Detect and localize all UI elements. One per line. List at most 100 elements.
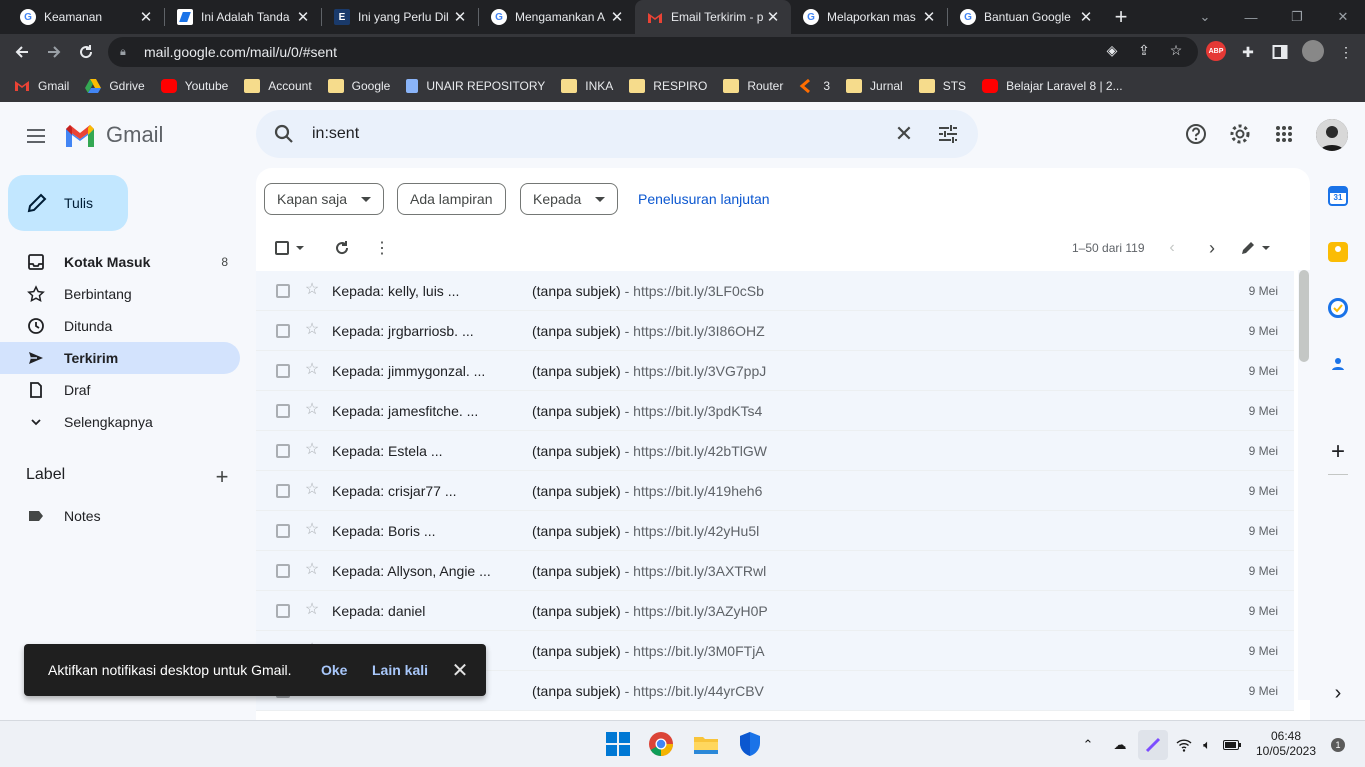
mail-scrollbar[interactable] (1298, 270, 1310, 700)
new-tab-button[interactable]: + (1104, 0, 1138, 34)
select-all-checkbox[interactable] (272, 238, 292, 258)
browser-tab[interactable]: E Ini yang Perlu Dil ✕ (322, 0, 478, 34)
older-page-icon[interactable]: › (1202, 238, 1222, 258)
help-icon[interactable] (1184, 122, 1208, 146)
star-icon[interactable]: ☆ (303, 481, 321, 499)
bookmark-item[interactable]: Google (327, 79, 390, 93)
close-tab-icon[interactable]: ✕ (921, 8, 937, 26)
star-icon[interactable]: ☆ (303, 441, 321, 459)
close-tab-icon[interactable]: ✕ (765, 8, 781, 26)
forward-icon[interactable] (40, 38, 68, 66)
scrollbar-thumb[interactable] (1299, 270, 1309, 362)
newer-page-icon[interactable]: ‹ (1162, 238, 1182, 258)
search-icon[interactable] (272, 122, 296, 146)
browser-tab[interactable]: G Keamanan ✕ (8, 0, 164, 34)
sidebar-label-item[interactable]: Notes (0, 500, 240, 532)
browser-tab[interactable]: G Melaporkan mas ✕ (791, 0, 947, 34)
adblock-icon[interactable]: ABP (1206, 41, 1226, 61)
row-checkbox[interactable] (276, 364, 290, 378)
side-panel-icon[interactable] (1270, 42, 1290, 62)
star-icon[interactable]: ☆ (303, 281, 321, 299)
filter-attachment-chip[interactable]: Ada lampiran (397, 183, 506, 215)
email-row[interactable]: ☆ Kepada: Boris ... (tanpa subjek) - https… (256, 511, 1294, 551)
volume-icon[interactable]: 🔈︎ (1197, 735, 1217, 755)
row-checkbox[interactable] (276, 524, 290, 538)
browser-tab[interactable]: G Bantuan Google ✕ (948, 0, 1104, 34)
search-options-icon[interactable] (936, 122, 960, 146)
email-row[interactable]: ☆ Kepada: kelly, luis ... (tanpa subjek) -… (256, 271, 1294, 311)
address-bar[interactable]: 🔒︎ mail.google.com/mail/u/0/#sent (108, 37, 1198, 67)
toast-later-button[interactable]: Lain kali (372, 662, 428, 678)
star-icon[interactable]: ☆ (303, 601, 321, 619)
close-tab-icon[interactable]: ✕ (452, 8, 468, 26)
close-window-button[interactable]: ✕ (1320, 0, 1365, 34)
main-menu-icon[interactable] (22, 122, 50, 150)
google-apps-icon[interactable] (1272, 122, 1296, 146)
reload-icon[interactable] (72, 38, 100, 66)
restore-button[interactable]: ❐ (1274, 0, 1320, 34)
bookmark-item[interactable]: Gmail (14, 79, 69, 93)
share-icon[interactable]: ⇪ (1134, 40, 1154, 60)
security-shield-icon[interactable] (737, 731, 763, 757)
email-row[interactable]: ☆ Kepada: Estela ... (tanpa subjek) - http… (256, 431, 1294, 471)
file-explorer-icon[interactable] (693, 731, 719, 757)
star-icon[interactable]: ☆ (303, 521, 321, 539)
sidebar-item-star[interactable]: Berbintang (0, 278, 240, 310)
add-label-icon[interactable]: + (212, 464, 232, 490)
email-row[interactable]: ☆ Kepada: Allyson, Angie ... (tanpa subjek… (256, 551, 1294, 591)
sidebar-item-inbox[interactable]: Kotak Masuk 8 (0, 246, 240, 278)
bookmark-item[interactable]: 3 (799, 78, 830, 94)
get-addons-icon[interactable]: + (1328, 440, 1348, 464)
sidebar-item-chevron-down[interactable]: Selengkapnya (0, 406, 240, 438)
row-checkbox[interactable] (276, 444, 290, 458)
calendar-icon[interactable]: 31 (1328, 186, 1348, 206)
search-input[interactable]: in:sent (312, 125, 359, 143)
tasks-icon[interactable] (1328, 298, 1348, 318)
email-row[interactable]: ☆ Kepada: crisjar77 ... (tanpa subjek) - h… (256, 471, 1294, 511)
email-row[interactable]: ☆ Kepada: jimmygonzal. ... (tanpa subjek) … (256, 351, 1294, 391)
select-dropdown-icon[interactable] (294, 238, 306, 258)
show-hidden-icons-icon[interactable]: ⌃ (1078, 735, 1098, 755)
row-checkbox[interactable] (276, 324, 290, 338)
browser-tab[interactable]: G Mengamankan A ✕ (479, 0, 635, 34)
browser-tab[interactable]: Email Terkirim - p ✕ (635, 0, 791, 34)
bookmark-star-icon[interactable]: ☆ (1166, 40, 1186, 60)
bookmark-item[interactable]: Account (244, 79, 312, 93)
more-actions-icon[interactable]: ⋮ (372, 238, 392, 258)
profile-avatar[interactable] (1302, 40, 1324, 62)
compose-button[interactable]: Tulis (8, 175, 128, 231)
star-icon[interactable]: ☆ (303, 561, 321, 579)
settings-gear-icon[interactable] (1228, 122, 1252, 146)
close-tab-icon[interactable]: ✕ (1078, 8, 1094, 26)
keep-icon[interactable] (1328, 242, 1348, 262)
battery-icon[interactable] (1222, 735, 1242, 755)
wifi-icon[interactable] (1174, 735, 1194, 755)
tab-search-icon[interactable]: ⌄ (1182, 0, 1228, 34)
bookmark-item[interactable]: RESPIRO (629, 79, 707, 93)
account-avatar[interactable] (1316, 119, 1348, 151)
close-tab-icon[interactable]: ✕ (138, 8, 154, 26)
bookmark-item[interactable]: Youtube (160, 79, 228, 93)
bookmark-item[interactable]: INKA (561, 79, 613, 93)
row-checkbox[interactable] (276, 284, 290, 298)
filter-time-chip[interactable]: Kapan saja (264, 183, 385, 215)
show-side-panel-icon[interactable]: › (1328, 683, 1348, 703)
chrome-taskbar-icon[interactable] (648, 731, 674, 757)
gmail-logo[interactable]: Gmail (64, 122, 163, 148)
more-menu-icon[interactable]: ⋮ (1336, 42, 1356, 62)
onedrive-icon[interactable]: ☁ (1110, 735, 1130, 755)
star-icon[interactable]: ☆ (303, 321, 321, 339)
bookmark-item[interactable]: Belajar Laravel 8 | 2... (982, 79, 1123, 93)
email-row[interactable]: ☆ Kepada: daniel (tanpa subjek) - https://… (256, 591, 1294, 631)
filter-to-chip[interactable]: Kepada (520, 183, 619, 215)
close-tab-icon[interactable]: ✕ (609, 8, 625, 26)
system-clock[interactable]: 06:48 10/05/2023 (1250, 729, 1322, 759)
star-icon[interactable]: ☆ (303, 401, 321, 419)
sidebar-item-draft[interactable]: Draf (0, 374, 240, 406)
minimize-button[interactable]: — (1228, 0, 1274, 34)
search-bar[interactable]: in:sent ✕ (256, 110, 978, 158)
row-checkbox[interactable] (276, 404, 290, 418)
extensions-icon[interactable]: ✚ (1238, 42, 1258, 62)
view-site-info-icon[interactable]: ◈ (1102, 40, 1122, 60)
browser-tab[interactable]: Ini Adalah Tanda ✕ (165, 0, 321, 34)
